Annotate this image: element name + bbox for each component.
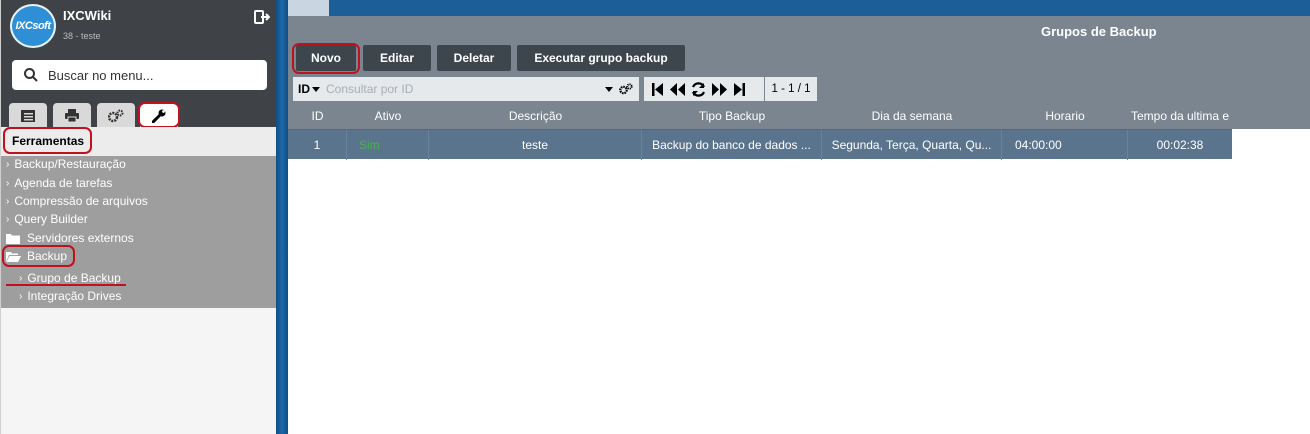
printer-icon [65,109,79,122]
tab-print[interactable] [53,103,91,128]
column-header-tempo[interactable]: Tempo da ultima e [1128,109,1232,123]
highlight-underline [6,284,126,286]
chevron-right-icon: › [19,290,23,302]
chevron-right-icon: › [6,177,10,189]
chevron-right-icon: › [6,213,10,225]
app-name: IXCWiki [63,8,112,23]
executar-grupo-backup-button[interactable]: Executar grupo backup [517,45,685,71]
cell-id: 1 [288,130,347,160]
chevron-right-icon: › [6,195,10,207]
sidebar: IXCsoft IXCWiki 38 - teste Buscar no men… [0,0,277,434]
cell-tempo: 00:02:38 [1156,138,1204,152]
highlight-ring [3,127,92,154]
window-header: Grupos de Backup Novo Editar Deletar Exe… [288,16,1310,129]
menu-item-label: Compressão de arquivos [14,194,148,208]
column-header-id[interactable]: ID [288,109,347,123]
tab-settings[interactable] [97,103,135,128]
cell-ativo: Sim [347,130,429,160]
editar-button[interactable]: Editar [363,45,431,71]
chevron-right-icon: › [19,272,23,284]
background-strip [288,0,1310,16]
list-icon [21,109,35,122]
menu-item-label: Servidores externos [27,231,134,245]
caret-down-icon [312,86,320,92]
user-info: 38 - teste [63,31,101,41]
gears-icon[interactable] [619,83,633,95]
column-header-tipo-backup[interactable]: Tipo Backup [642,109,822,123]
window-title: Grupos de Backup [1041,24,1157,39]
filter-field-select[interactable]: ID [298,82,320,96]
filter-bar: ID Consultar por ID [293,77,639,101]
cell-dia-semana: Segunda, Terça, Quarta, Qu... [822,130,1002,160]
menu-item-label: Integração Drives [27,289,122,303]
column-header-descricao[interactable]: Descrição [429,109,642,123]
cell-tipo-backup: Backup do banco de dados ... [642,130,822,160]
menu-search-input[interactable]: Buscar no menu... [12,60,267,90]
refresh-icon[interactable] [691,81,706,97]
menu-item-label: Grupo de Backup [27,271,121,285]
next-page-icon[interactable] [712,82,727,96]
gears-icon [108,109,124,122]
cell-horario: 04:00:00 [1002,130,1128,160]
filter-input[interactable]: Consultar por ID [326,82,605,96]
highlight-ring [292,43,360,74]
search-placeholder: Buscar no menu... [48,67,154,83]
folder-icon [6,233,20,244]
last-page-icon[interactable] [733,82,745,96]
pagination-controls [644,77,764,101]
panel-splitter[interactable] [276,0,288,434]
menu-item-agenda-tarefas[interactable]: › Agenda de tarefas [6,176,112,190]
menu-item-label: Agenda de tarefas [14,176,113,190]
menu-item-backup-restauracao[interactable]: › Backup/Restauração [6,157,126,171]
menu-item-compressao[interactable]: › Compressão de arquivos [6,194,148,208]
filter-field-label: ID [298,82,310,96]
search-icon [24,68,38,82]
caret-down-icon[interactable] [605,86,613,92]
highlight-ring [138,102,180,128]
logout-icon[interactable] [254,9,270,25]
first-page-icon[interactable] [652,82,664,96]
cell-descricao: teste [429,130,642,160]
main-area: Grupos de Backup Novo Editar Deletar Exe… [288,0,1310,434]
app-logo[interactable]: IXCsoft [10,4,56,48]
menu-item-query-builder[interactable]: › Query Builder [6,212,88,226]
menu-folder-servidores-externos[interactable]: Servidores externos [6,231,134,245]
previous-page-icon[interactable] [670,82,685,96]
menu-item-grupo-backup[interactable]: › Grupo de Backup [19,271,121,285]
menu-item-label: Backup/Restauração [14,157,126,171]
table-header: ID Ativo Descrição Tipo Backup Dia da se… [288,105,1310,129]
table-row[interactable]: 1 Sim teste Backup do banco de dados ...… [288,129,1232,160]
menu-item-label: Query Builder [14,212,88,226]
column-header-dia-semana[interactable]: Dia da semana [822,109,1002,123]
column-header-horario[interactable]: Horario [1002,109,1128,123]
chevron-right-icon: › [6,158,10,170]
tab-list[interactable] [9,103,47,128]
deletar-button[interactable]: Deletar [437,45,511,71]
highlight-ring [2,245,75,267]
column-header-ativo[interactable]: Ativo [347,109,429,123]
menu-item-integracao-drives[interactable]: › Integração Drives [19,289,121,303]
pagination-count: 1 - 1 / 1 [765,77,817,101]
